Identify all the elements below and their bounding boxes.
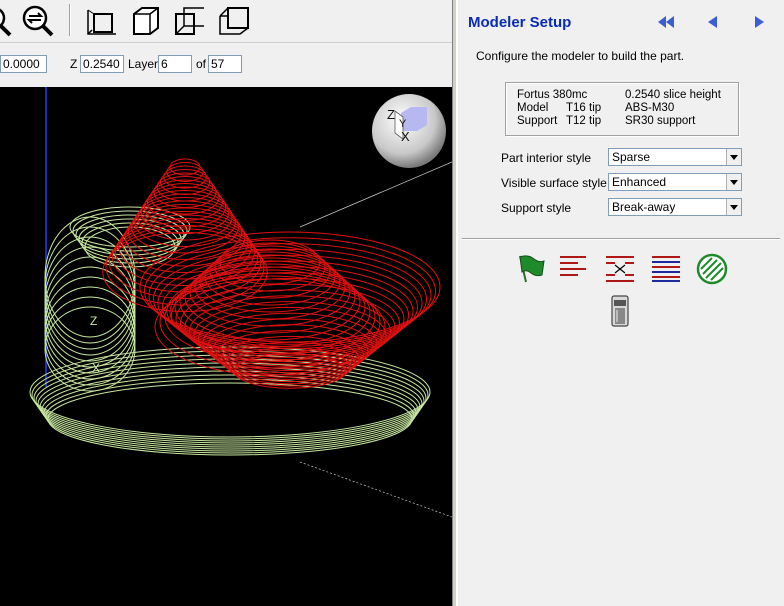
canister-icon[interactable] (603, 294, 637, 328)
toolpath-icon[interactable] (557, 252, 591, 286)
support-contour (43, 374, 417, 452)
coordinate-bar: 0.0000 Z 0.2540 Layer 6 of 57 (0, 42, 454, 87)
chevron-down-icon[interactable] (726, 149, 741, 165)
support-style-label: Support style (501, 201, 572, 215)
model-label: Model (517, 102, 549, 114)
seam-icon[interactable] (603, 252, 637, 286)
printer-model: Fortus 380mc (517, 89, 588, 101)
support-material: SR30 support (625, 115, 696, 127)
view-iso-icon[interactable] (128, 4, 164, 38)
panel-description: Configure the modeler to build the part. (476, 49, 685, 63)
support-label: Support (517, 115, 558, 127)
model-tip: T16 tip (566, 102, 602, 114)
next-step-icon[interactable] (748, 12, 770, 32)
part-contour (194, 254, 346, 320)
view-back-icon[interactable] (216, 4, 252, 38)
model-material: ABS-M30 (625, 102, 675, 114)
orientation-globe[interactable]: Z Y X (371, 93, 447, 169)
fill-pattern-icon[interactable] (695, 252, 729, 286)
zoom-swap-icon[interactable] (20, 4, 56, 38)
zoom-icon[interactable] (0, 4, 22, 38)
part-interior-style-value: Sparse (612, 150, 651, 164)
toolbar-separator (69, 4, 71, 36)
part-interior-style-select[interactable]: Sparse (608, 148, 742, 166)
first-step-icon[interactable] (655, 12, 677, 32)
support-style-select[interactable]: Break-away (608, 198, 742, 216)
toolbar (0, 0, 454, 42)
slice-height: 0.2540 slice height (625, 89, 721, 101)
view-side-icon[interactable] (172, 4, 208, 38)
envelope-line (299, 161, 452, 228)
layers-icon[interactable] (649, 252, 683, 286)
view-front-icon[interactable] (84, 4, 120, 38)
layer-label: Layer (128, 57, 159, 71)
visible-surface-style-label: Visible surface style (501, 176, 607, 190)
of-label: of (196, 57, 207, 71)
panel-title: Modeler Setup (468, 14, 572, 31)
layer-total-field: 57 (208, 55, 242, 73)
svg-text:Z: Z (387, 107, 395, 122)
chevron-down-icon[interactable] (726, 199, 741, 215)
support-tip: T12 tip (566, 115, 602, 127)
visible-surface-style-value: Enhanced (612, 175, 667, 189)
z-label: Z (70, 57, 78, 71)
svg-text:X: X (401, 129, 410, 144)
part-interior-style-label: Part interior style (501, 151, 592, 165)
part-contour (184, 260, 356, 334)
layer-field[interactable]: 6 (158, 55, 192, 73)
axis-x-label: X (92, 361, 100, 375)
x-coordinate-field[interactable]: 0.0000 (0, 55, 47, 73)
support-contour (47, 382, 413, 456)
visible-surface-style-select[interactable]: Enhanced (608, 173, 742, 191)
chevron-down-icon[interactable] (726, 174, 741, 190)
modeler-setup-panel: Modeler Setup Configure the modeler to b… (457, 0, 784, 606)
3d-viewport[interactable]: Z X Z Y X (0, 87, 452, 606)
flag-icon[interactable] (512, 252, 546, 286)
part-contour (166, 162, 204, 182)
support-style-value: Break-away (612, 200, 676, 214)
z-coordinate-field[interactable]: 0.2540 (80, 55, 124, 73)
axis-z-label: Z (90, 314, 97, 328)
previous-step-icon[interactable] (702, 12, 724, 32)
envelope-line (299, 461, 452, 518)
printer-info-box: Fortus 380mc 0.2540 slice height Model T… (505, 82, 739, 136)
panel-separator (462, 238, 780, 240)
